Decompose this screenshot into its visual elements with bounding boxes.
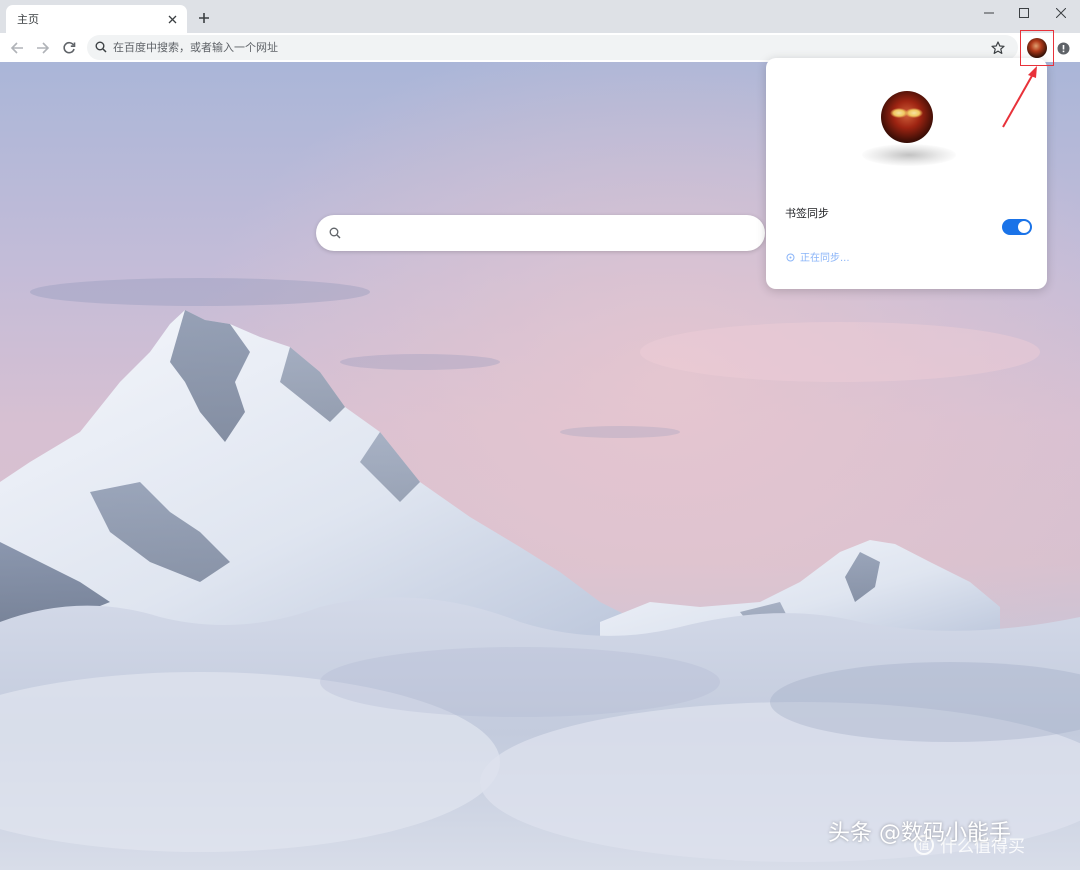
profile-button[interactable] (1025, 36, 1049, 60)
search-icon (329, 224, 341, 243)
close-window-icon[interactable] (1043, 2, 1079, 24)
toggle-knob (1018, 221, 1030, 233)
tab-title: 主页 (17, 13, 39, 26)
profile-popup: 书签同步 正在同步... (766, 58, 1047, 289)
sync-status-text: 正在同步... (800, 253, 850, 264)
address-input[interactable] (113, 41, 973, 54)
browser-window: 主页 在百度中搜索，或者输入一个网址 书签同步 正在同步... 值 什么值得买 … (0, 0, 1080, 870)
search-box[interactable] (316, 215, 765, 251)
maximize-icon[interactable] (1006, 2, 1042, 24)
search-input[interactable] (349, 225, 749, 241)
plus-icon[interactable] (194, 8, 214, 28)
sync-status: 正在同步... (786, 247, 850, 266)
reload-icon[interactable] (58, 37, 80, 59)
arrow-right-icon[interactable] (32, 37, 54, 59)
tab-home[interactable]: 主页 (6, 5, 187, 33)
sync-spinner-icon (786, 247, 795, 266)
tab-strip: 主页 (0, 0, 1080, 33)
sync-toggle[interactable] (1002, 219, 1032, 235)
profile-name-redacted (862, 144, 956, 166)
address-bar[interactable] (87, 35, 1018, 60)
close-icon[interactable] (163, 10, 181, 28)
alert-icon[interactable] (1054, 39, 1072, 57)
minimize-icon[interactable] (971, 2, 1007, 24)
arrow-left-icon[interactable] (6, 37, 28, 59)
sync-label: 书签同步 (785, 207, 829, 220)
avatar (1027, 38, 1047, 58)
star-icon[interactable] (988, 38, 1008, 58)
search-icon (95, 38, 107, 57)
avatar (881, 91, 933, 143)
